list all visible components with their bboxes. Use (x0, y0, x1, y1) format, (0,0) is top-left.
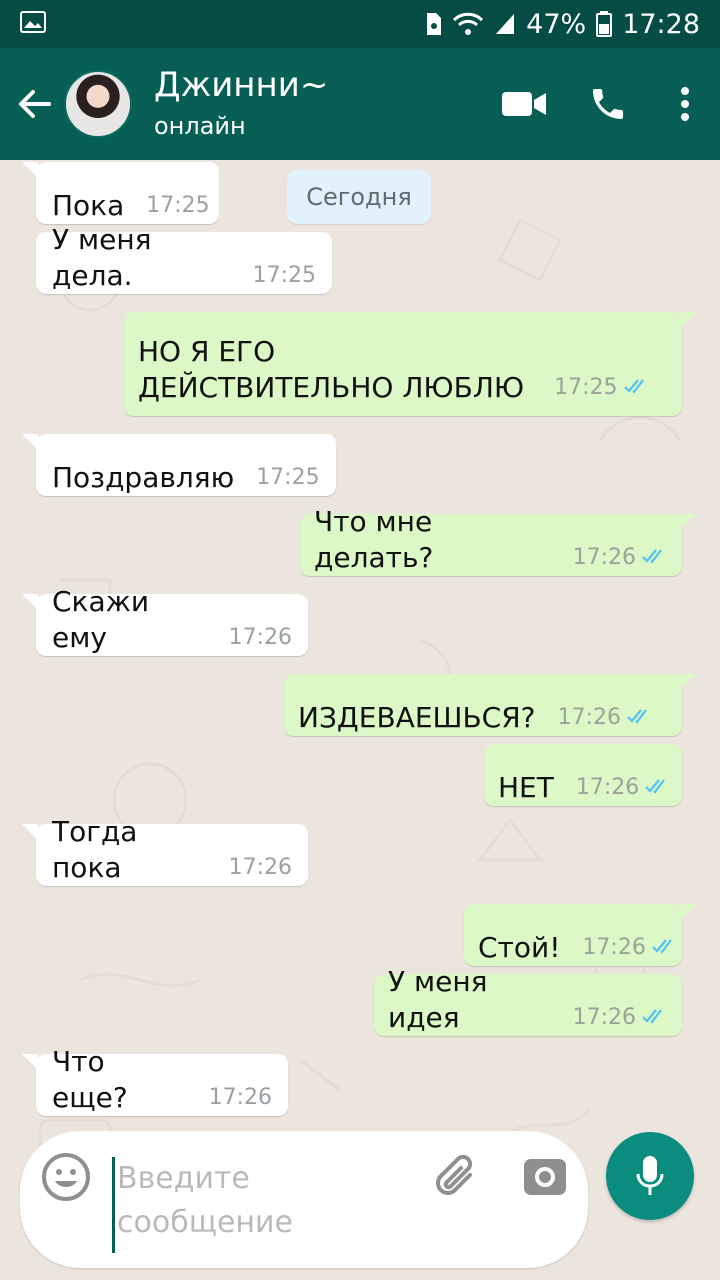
battery-icon (596, 11, 613, 37)
signal-icon (494, 12, 516, 36)
message-outgoing[interactable]: НЕТ 17:26 (484, 744, 682, 806)
message-time: 17:26 (208, 1085, 272, 1110)
message-incoming[interactable]: Скажи ему 17:26 (22, 585, 308, 656)
message-time: 17:26 (576, 770, 671, 806)
date-chip: Сегодня (287, 170, 431, 224)
double-check-icon (623, 370, 650, 406)
message-time: 17:26 (573, 540, 668, 576)
chat-header: Джинни~ онлайн (0, 48, 720, 160)
header-actions (482, 48, 720, 160)
message-incoming[interactable]: У меня дела. 17:25 (36, 223, 332, 294)
contact-status: онлайн (154, 112, 246, 140)
message-text: ИЗДЕВАЕШЬСЯ? (298, 701, 536, 734)
voice-call-button[interactable] (566, 48, 650, 160)
back-arrow-icon (19, 90, 51, 118)
double-check-icon (652, 930, 678, 966)
message-incoming[interactable]: Что еще? 17:26 (22, 1045, 288, 1116)
sim-icon (424, 12, 442, 36)
camera-button[interactable] (520, 1151, 570, 1201)
gallery-icon (20, 11, 46, 37)
clock: 17:28 (622, 8, 700, 40)
message-time: 17:25 (146, 193, 210, 218)
more-vert-icon (681, 87, 689, 121)
more-options-button[interactable] (650, 48, 720, 160)
message-text: НО Я ЕГО ДЕЙСТВИТЕЛЬНО ЛЮБЛЮ (138, 335, 525, 404)
message-text: Тогда пока (52, 815, 138, 884)
status-bar: 47% 17:28 (0, 0, 720, 48)
message-text: Пока (52, 189, 125, 222)
message-outgoing[interactable]: Стой! 17:26 (464, 904, 696, 966)
message-text: У меня дела. (52, 223, 152, 292)
voice-record-button[interactable] (606, 1132, 694, 1220)
message-incoming[interactable]: Тогда пока 17:26 (22, 815, 308, 886)
message-time: 17:25 (554, 370, 649, 406)
emoji-icon (42, 1153, 90, 1201)
phone-icon (593, 89, 623, 119)
message-incoming[interactable]: Поздравляю 17:25 (22, 434, 336, 496)
message-time: 17:26 (228, 625, 292, 650)
message-outgoing[interactable]: ИЗДЕВАЕШЬСЯ? 17:26 (284, 674, 696, 736)
message-text: У меня идея (388, 965, 488, 1034)
contact-name: Джинни~ (154, 65, 329, 105)
wifi-icon (452, 12, 484, 36)
video-call-icon (502, 92, 546, 116)
message-composer (20, 1131, 588, 1268)
message-time: 17:26 (573, 1000, 668, 1036)
message-input[interactable] (112, 1157, 412, 1253)
back-button[interactable] (4, 48, 64, 160)
message-text: Что еще? (52, 1045, 128, 1114)
message-incoming[interactable]: Пока 17:25 (22, 162, 219, 224)
avatar[interactable] (64, 70, 132, 138)
attach-button[interactable] (430, 1151, 480, 1201)
battery-percent: 47% (526, 8, 587, 40)
message-outgoing[interactable]: У меня идея 17:26 (374, 965, 682, 1036)
double-check-icon (642, 540, 668, 576)
double-check-icon (642, 1000, 668, 1036)
message-text: Стой! (478, 931, 561, 964)
status-indicators: 47% 17:28 (424, 9, 700, 40)
message-text: НЕТ (498, 771, 554, 804)
emoji-button[interactable] (40, 1151, 92, 1203)
message-outgoing[interactable]: НО Я ЕГО ДЕЙСТВИТЕЛЬНО ЛЮБЛЮ 17:25 (124, 312, 696, 416)
message-time: 17:25 (252, 263, 316, 288)
double-check-icon (645, 770, 671, 806)
message-text: Поздравляю (52, 461, 235, 494)
message-text: Скажи ему (52, 585, 150, 654)
message-outgoing[interactable]: Что мне делать? 17:26 (300, 505, 696, 576)
message-time: 17:26 (582, 930, 677, 966)
mic-icon (636, 1156, 664, 1195)
camera-icon (524, 1159, 566, 1195)
double-check-icon (627, 700, 653, 736)
message-text: Что мне делать? (314, 505, 434, 574)
message-time: 17:26 (558, 700, 653, 736)
message-time: 17:25 (256, 465, 320, 490)
video-call-button[interactable] (482, 48, 566, 160)
contact-info[interactable]: Джинни~ онлайн (154, 65, 328, 143)
message-time: 17:26 (228, 855, 292, 880)
attach-icon (436, 1154, 473, 1195)
